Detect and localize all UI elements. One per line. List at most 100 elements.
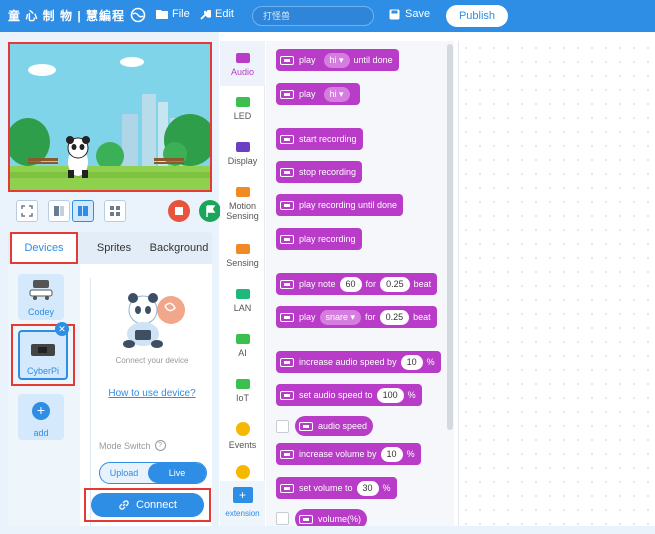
tab-background[interactable]: Background	[146, 232, 212, 264]
drum-dropdown[interactable]: snare ▾	[319, 309, 362, 325]
save-button[interactable]: Save	[389, 8, 430, 20]
add-device-button[interactable]: + add	[18, 394, 64, 440]
file-menu[interactable]: File	[156, 8, 190, 20]
block-text: play recording	[299, 234, 356, 244]
green-flag-button[interactable]	[199, 200, 221, 222]
category-led[interactable]: LED	[220, 97, 265, 121]
events-category-icon	[235, 422, 250, 436]
block-increase-volume[interactable]: increase volume by 10 %	[276, 443, 421, 465]
block-text: until done	[353, 55, 393, 65]
block-text: %	[426, 357, 435, 367]
connect-your-device-text: Connect your device	[115, 356, 189, 365]
speed-input[interactable]: 10	[400, 354, 423, 370]
block-set-audio-speed[interactable]: set audio speed to 100 %	[276, 384, 422, 406]
category-motion-sensing-label: Motion Sensing	[226, 201, 259, 221]
category-audio[interactable]: Audio	[220, 41, 265, 86]
category-audio-label: Audio	[230, 67, 255, 77]
extension-button[interactable]: + extension	[220, 481, 265, 526]
block-start-recording[interactable]: start recording	[276, 128, 363, 150]
block-play-drum[interactable]: play snare ▾ for 0.25 beat	[276, 306, 437, 328]
fullscreen-button[interactable]	[16, 200, 38, 222]
block-play-recording[interactable]: play recording	[276, 228, 362, 250]
palette-scrollbar[interactable]	[447, 44, 453, 430]
tab-sprites[interactable]: Sprites	[82, 232, 146, 264]
block-text: set volume to	[299, 483, 353, 493]
device-list: Codey CyberPi ✕ + add	[8, 264, 80, 526]
language-globe-icon[interactable]	[130, 7, 146, 23]
publish-button[interactable]: Publish	[446, 5, 508, 27]
sound-dropdown[interactable]: hi ▾	[323, 52, 350, 68]
beat-input[interactable]: 0.25	[379, 309, 410, 325]
category-iot[interactable]: IoT	[220, 379, 265, 403]
block-text: %	[406, 449, 415, 459]
edit-menu-label: Edit	[215, 8, 234, 20]
block-play-sound[interactable]: play hi ▾	[276, 83, 360, 105]
flag-icon	[206, 205, 216, 217]
how-to-use-device-link[interactable]: How to use device?	[91, 388, 213, 399]
normal-stage-button[interactable]	[72, 200, 94, 222]
beat-input[interactable]: 0.25	[380, 276, 410, 292]
block-category-list: Audio LED Display Motion Sensing Sensing…	[220, 41, 265, 526]
project-name-input[interactable]: 打怪兽	[252, 6, 374, 26]
category-lan-label: LAN	[233, 303, 252, 313]
edit-menu[interactable]: Edit	[200, 8, 234, 20]
stop-button[interactable]	[168, 200, 190, 222]
speed-input[interactable]: 100	[376, 387, 404, 403]
device-codey[interactable]: Codey	[18, 274, 64, 320]
block-text: volume(%)	[318, 514, 362, 524]
category-ai[interactable]: AI	[220, 334, 265, 358]
category-lan[interactable]: LAN	[220, 289, 265, 313]
mode-upload-option[interactable]: Upload	[100, 463, 148, 483]
block-text: play	[299, 55, 316, 65]
block-text: set audio speed to	[299, 390, 373, 400]
small-stage-button[interactable]	[48, 200, 70, 222]
block-stop-recording[interactable]: stop recording	[276, 161, 363, 183]
stage-canvas[interactable]	[8, 42, 212, 192]
connect-button[interactable]: Connect	[91, 493, 204, 517]
block-text: play note	[299, 279, 336, 289]
block-text: play	[299, 89, 316, 99]
folder-icon	[156, 10, 168, 19]
block-set-volume[interactable]: set volume to 30 %	[276, 477, 397, 499]
block-increase-audio-speed[interactable]: increase audio speed by 10 %	[276, 351, 441, 373]
cyberpi-block-icon	[280, 312, 294, 322]
devices-panel: Codey CyberPi ✕ + add Connect your devic…	[8, 264, 212, 526]
mode-switch-toggle[interactable]: Upload Live	[99, 462, 207, 484]
link-icon	[119, 500, 129, 510]
block-text: stop recording	[299, 167, 357, 177]
cyberpi-block-icon	[280, 279, 294, 289]
block-text: %	[382, 483, 391, 493]
volume-monitor-checkbox[interactable]	[276, 512, 289, 525]
category-events[interactable]: Events	[220, 422, 265, 450]
remove-device-close-icon[interactable]: ✕	[55, 322, 69, 336]
category-display[interactable]: Display	[220, 142, 265, 166]
audio-speed-monitor-checkbox[interactable]	[276, 420, 289, 433]
block-play-recording-until-done[interactable]: play recording until done	[276, 194, 404, 216]
category-display-label: Display	[227, 156, 258, 166]
device-cyberpi[interactable]: CyberPi	[18, 330, 68, 380]
block-play-note[interactable]: play note 60 for 0.25 beat	[276, 273, 438, 295]
category-sensing-label: Sensing	[226, 258, 259, 268]
help-question-icon[interactable]: ?	[154, 440, 166, 451]
stage-scene-image	[10, 44, 210, 190]
fullscreen-icon	[21, 205, 33, 217]
volume-input[interactable]: 10	[380, 446, 403, 462]
volume-input[interactable]: 30	[356, 480, 379, 496]
save-label: Save	[405, 8, 431, 20]
block-text: play	[299, 312, 316, 322]
grid-view-button[interactable]	[104, 200, 126, 222]
category-motion-sensing[interactable]: Motion Sensing	[220, 187, 265, 221]
mode-live-option[interactable]: Live	[148, 463, 206, 483]
category-sensing[interactable]: Sensing	[220, 244, 265, 268]
connect-button-label: Connect	[136, 499, 177, 511]
cyberpi-block-icon	[280, 134, 294, 144]
cyberpi-block-icon	[299, 514, 313, 524]
script-workspace[interactable]	[458, 41, 655, 526]
sound-dropdown[interactable]: hi ▾	[323, 86, 350, 102]
block-audio-speed-reporter[interactable]: audio speed	[295, 416, 374, 436]
cyberpi-block-icon	[280, 200, 294, 210]
block-play-until-done[interactable]: play hi ▾ until done	[276, 49, 399, 71]
note-input[interactable]: 60	[339, 276, 362, 292]
lan-category-icon	[235, 289, 250, 299]
tab-devices[interactable]: Devices	[10, 232, 78, 264]
